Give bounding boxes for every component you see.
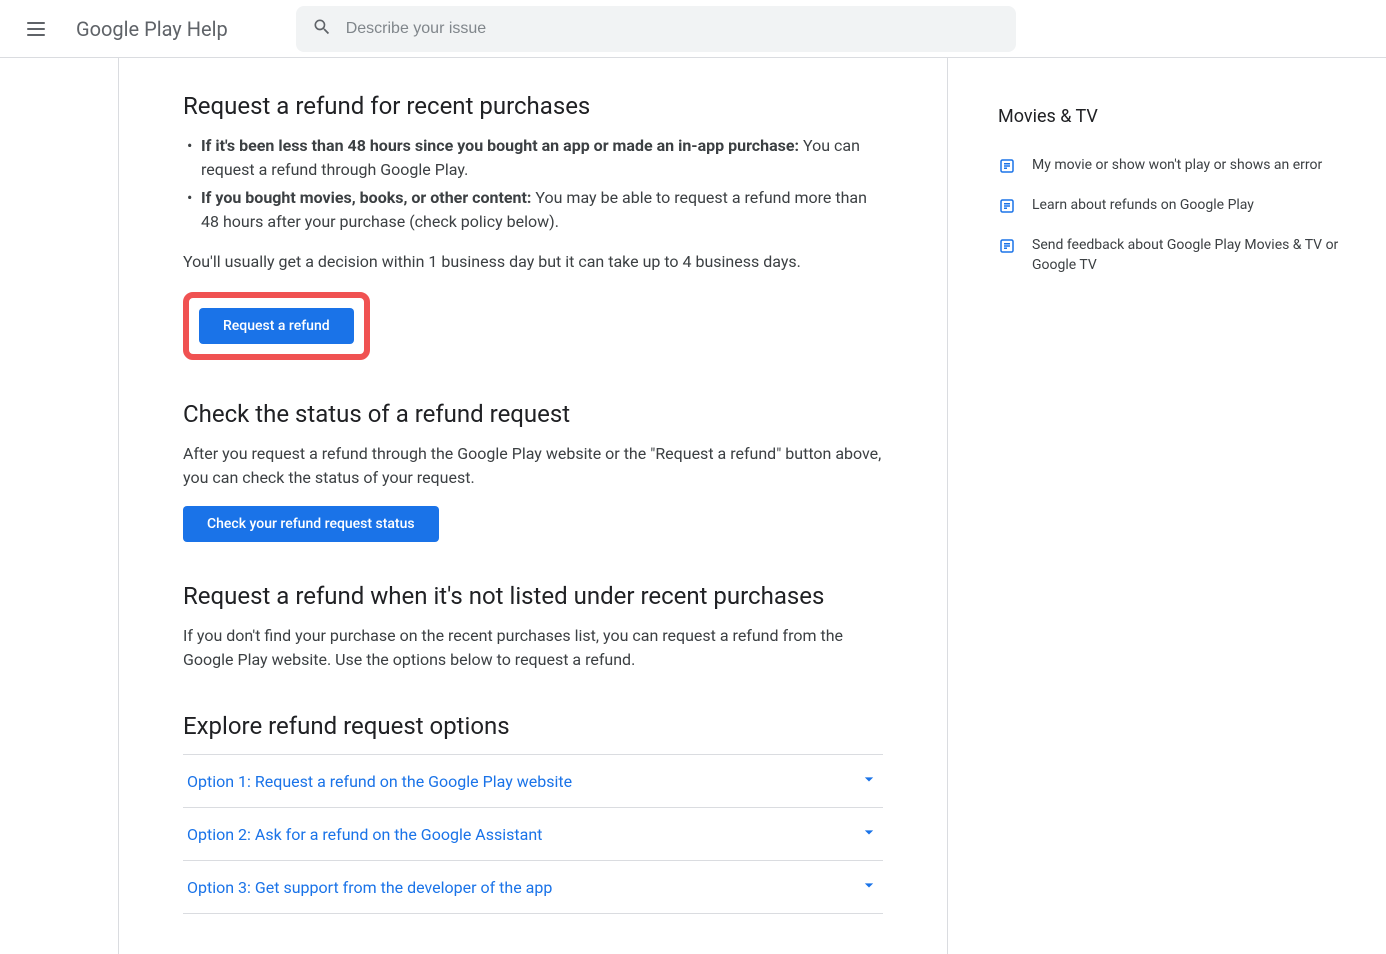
- sidebar-item-label: My movie or show won't play or shows an …: [1032, 155, 1322, 175]
- accordion-item: Option 3: Get support from the developer…: [183, 860, 883, 914]
- article-icon: [998, 157, 1016, 175]
- sidebar: Movies & TV My movie or show won't play …: [948, 58, 1386, 954]
- not-listed-body: If you don't find your purchase on the r…: [183, 624, 883, 672]
- accordion-title: Option 3: Get support from the developer…: [187, 878, 552, 897]
- sidebar-heading: Movies & TV: [998, 106, 1362, 127]
- chevron-down-icon: [859, 875, 879, 899]
- hamburger-icon: [27, 22, 45, 36]
- accordion-header-option-3[interactable]: Option 3: Get support from the developer…: [183, 861, 883, 913]
- sidebar-item[interactable]: Send feedback about Google Play Movies &…: [998, 235, 1362, 275]
- list-item: If you bought movies, books, or other co…: [183, 186, 883, 234]
- accordion-title: Option 1: Request a refund on the Google…: [187, 772, 572, 791]
- search-input[interactable]: [346, 20, 1000, 38]
- accordion-header-option-1[interactable]: Option 1: Request a refund on the Google…: [183, 755, 883, 807]
- request-refund-button[interactable]: Request a refund: [199, 308, 354, 344]
- accordion-item: Option 1: Request a refund on the Google…: [183, 754, 883, 807]
- check-refund-status-button[interactable]: Check your refund request status: [183, 506, 439, 542]
- main-menu-button[interactable]: [16, 9, 56, 49]
- heading-request-refund-recent: Request a refund for recent purchases: [183, 92, 883, 120]
- article-icon: [998, 237, 1016, 255]
- refund-options-accordion: Option 1: Request a refund on the Google…: [183, 754, 883, 914]
- header: Google Play Help: [0, 0, 1386, 58]
- check-status-body: After you request a refund through the G…: [183, 442, 883, 490]
- search-icon: [312, 17, 332, 41]
- highlighted-annotation: Request a refund: [183, 292, 370, 360]
- search-container: [296, 6, 1016, 52]
- main-content: Request a refund for recent purchases If…: [118, 58, 948, 954]
- sidebar-list: My movie or show won't play or shows an …: [998, 155, 1362, 275]
- sidebar-item[interactable]: Learn about refunds on Google Play: [998, 195, 1362, 215]
- article-icon: [998, 197, 1016, 215]
- sidebar-item[interactable]: My movie or show won't play or shows an …: [998, 155, 1362, 175]
- chevron-down-icon: [859, 769, 879, 793]
- accordion-header-option-2[interactable]: Option 2: Ask for a refund on the Google…: [183, 808, 883, 860]
- search-box[interactable]: [296, 6, 1016, 52]
- accordion-title: Option 2: Ask for a refund on the Google…: [187, 825, 542, 844]
- heading-not-listed: Request a refund when it's not listed un…: [183, 582, 883, 610]
- heading-check-status: Check the status of a refund request: [183, 400, 883, 428]
- accordion-item: Option 2: Ask for a refund on the Google…: [183, 807, 883, 860]
- sidebar-item-label: Send feedback about Google Play Movies &…: [1032, 235, 1362, 275]
- chevron-down-icon: [859, 822, 879, 846]
- sidebar-item-label: Learn about refunds on Google Play: [1032, 195, 1254, 215]
- decision-time-note: You'll usually get a decision within 1 b…: [183, 250, 883, 274]
- heading-explore-options: Explore refund request options: [183, 712, 883, 740]
- site-title[interactable]: Google Play Help: [76, 17, 228, 41]
- list-item: If it's been less than 48 hours since yo…: [183, 134, 883, 182]
- recent-purchases-list: If it's been less than 48 hours since yo…: [183, 134, 883, 234]
